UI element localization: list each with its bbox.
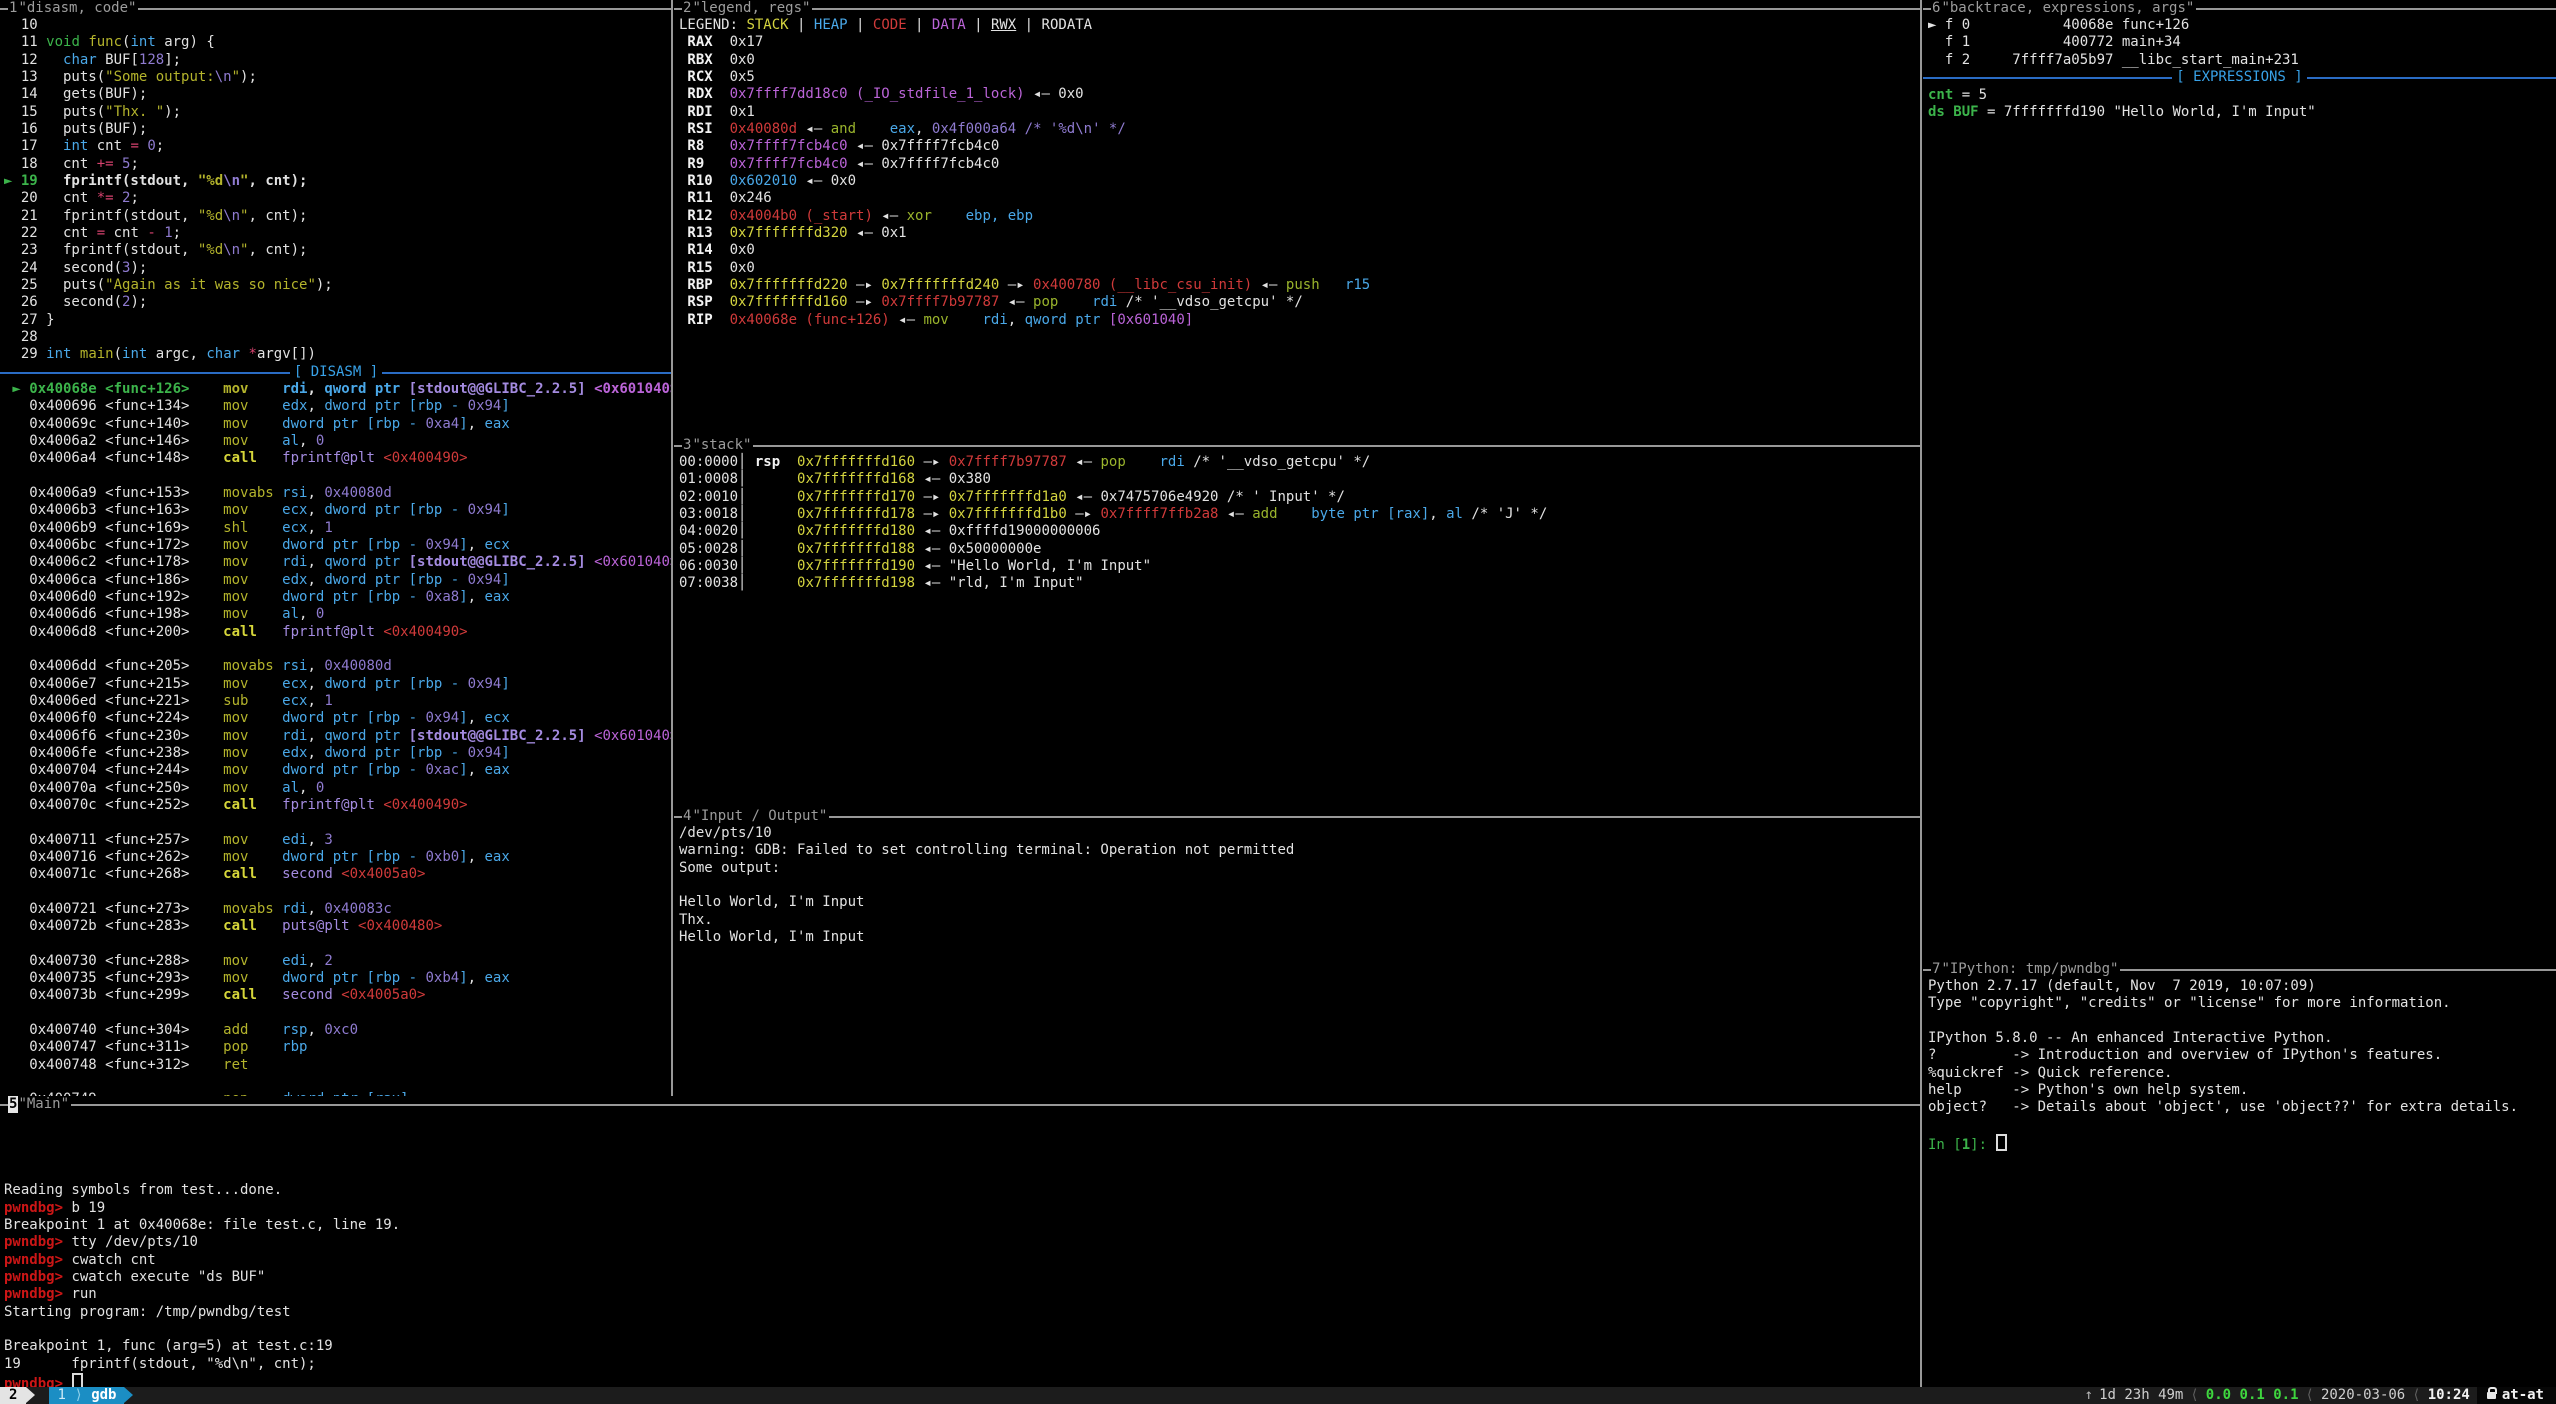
registers-listing: LEGEND: STACK | HEAP | CODE | DATA | RWX… bbox=[679, 17, 1370, 329]
pane-backtrace[interactable]: 6"backtrace, expressions, args" ► f 0 40… bbox=[1923, 0, 2556, 961]
stack-listing: 00:0000│ rsp 0x7fffffffd160 —▸ 0x7ffff7b… bbox=[679, 454, 1547, 593]
ipython-console[interactable]: Python 2.7.17 (default, Nov 7 2019, 10:0… bbox=[1928, 978, 2518, 1151]
pane-number: 7 bbox=[1931, 961, 1941, 978]
status-clock: 10:24 bbox=[2428, 1387, 2470, 1404]
hostname-text: at-at bbox=[2502, 1387, 2544, 1404]
pane-number: 4 bbox=[682, 808, 692, 825]
pane-divider-vertical-left[interactable] bbox=[671, 0, 673, 1096]
expressions-listing: cnt = 5ds BUF = 7fffffffd190 "Hello Worl… bbox=[1928, 87, 2316, 122]
powerline-arrow-icon bbox=[26, 1387, 35, 1403]
pane-title-text: "Input / Output" bbox=[692, 808, 829, 825]
pane-title-ipython: 7"IPython: tmp/pwndbg" bbox=[1923, 961, 2556, 978]
gdb-console[interactable]: Reading symbols from test...done.pwndbg>… bbox=[4, 1113, 400, 1387]
expressions-section-header: [ EXPRESSIONS ] bbox=[1923, 69, 2556, 86]
pane-title-io: 4"Input / Output" bbox=[674, 808, 1920, 825]
pane-number: 6 bbox=[1931, 0, 1941, 17]
uptime-text: 1d 23h 49m bbox=[2099, 1387, 2183, 1404]
session-badge[interactable]: 2 bbox=[0, 1387, 26, 1404]
expressions-section-label: [ EXPRESSIONS ] bbox=[2172, 69, 2306, 86]
pane-number: 3 bbox=[682, 437, 692, 454]
pane-number-active: 5 bbox=[8, 1096, 18, 1113]
program-output: /dev/pts/10warning: GDB: Failed to set c… bbox=[679, 825, 1294, 946]
tmux-status-bar: 2 1 ⟩ gdb ↑ 1d 23h 49m ⟨ 0.0 0.1 0.1 ⟨ 2… bbox=[0, 1387, 2556, 1404]
load-average: 0.0 0.1 0.1 bbox=[2206, 1387, 2299, 1404]
powerline-arrow-icon bbox=[124, 1387, 133, 1403]
window-name: gdb bbox=[91, 1387, 116, 1404]
pane-title-text: "disasm, code" bbox=[18, 0, 138, 17]
pane-ipython[interactable]: 7"IPython: tmp/pwndbg" Python 2.7.17 (de… bbox=[1923, 961, 2556, 1387]
pane-title-legend-regs: 2"legend, regs" bbox=[674, 0, 1920, 17]
pane-title-text: "backtrace, expressions, args" bbox=[1941, 0, 2196, 17]
pane-legend-regs[interactable]: 2"legend, regs" LEGEND: STACK | HEAP | C… bbox=[674, 0, 1920, 437]
disassembly-listing: ► 0x40068e <func+126> mov rdi, qword ptr… bbox=[4, 381, 672, 1096]
pane-divider-vertical-right[interactable] bbox=[1920, 0, 1922, 1387]
pane-title-text: "legend, regs" bbox=[692, 0, 812, 17]
source-code-listing: 10 11 void func(int arg) { 12 char BUF[1… bbox=[4, 17, 333, 364]
status-separator-icon: ⟨ bbox=[2183, 1387, 2205, 1404]
status-date: 2020-03-06 bbox=[2321, 1387, 2405, 1404]
pane-main[interactable]: 5"Main" Reading symbols from test...done… bbox=[0, 1096, 1920, 1387]
tmux-screen: 1"disasm, code" 10 11 void func(int arg)… bbox=[0, 0, 2556, 1404]
status-right: ↑ 1d 23h 49m ⟨ 0.0 0.1 0.1 ⟨ 2020-03-06 … bbox=[2085, 1387, 2556, 1404]
pane-title-main: 5"Main" bbox=[0, 1096, 1920, 1113]
pane-title-text: "IPython: tmp/pwndbg" bbox=[1941, 961, 2120, 978]
pane-title-backtrace: 6"backtrace, expressions, args" bbox=[1923, 0, 2556, 17]
window-separator-icon: ⟩ bbox=[66, 1387, 91, 1404]
pane-title-stack: 3"stack" bbox=[674, 437, 1920, 454]
pane-title-text: "Main" bbox=[18, 1096, 71, 1113]
pane-title-text: "stack" bbox=[692, 437, 753, 454]
pane-number: 2 bbox=[682, 0, 692, 17]
disasm-section-header: [ DISASM ] bbox=[0, 364, 672, 381]
uptime-arrow-icon: ↑ bbox=[2085, 1387, 2099, 1404]
status-left: 2 1 ⟩ gdb bbox=[0, 1387, 133, 1404]
status-separator-icon: ⟨ bbox=[2405, 1387, 2427, 1404]
status-separator-icon: ⟨ bbox=[2299, 1387, 2321, 1404]
backtrace-listing: ► f 0 40068e func+126 f 1 400772 main+34… bbox=[1928, 17, 2299, 69]
pane-title-disasm-code: 1"disasm, code" bbox=[0, 0, 672, 17]
pane-disasm-code[interactable]: 1"disasm, code" 10 11 void func(int arg)… bbox=[0, 0, 672, 1096]
pane-io[interactable]: 4"Input / Output" /dev/pts/10warning: GD… bbox=[674, 808, 1920, 1096]
hostname-segment: at-at bbox=[2477, 1387, 2556, 1404]
window-tab-gdb[interactable]: 1 ⟩ gdb bbox=[49, 1387, 124, 1404]
lock-icon bbox=[2487, 1392, 2496, 1399]
pane-number: 1 bbox=[8, 0, 18, 17]
pane-stack[interactable]: 3"stack" 00:0000│ rsp 0x7fffffffd160 —▸ … bbox=[674, 437, 1920, 808]
disasm-section-label: [ DISASM ] bbox=[290, 364, 382, 381]
window-index: 1 bbox=[57, 1387, 65, 1404]
